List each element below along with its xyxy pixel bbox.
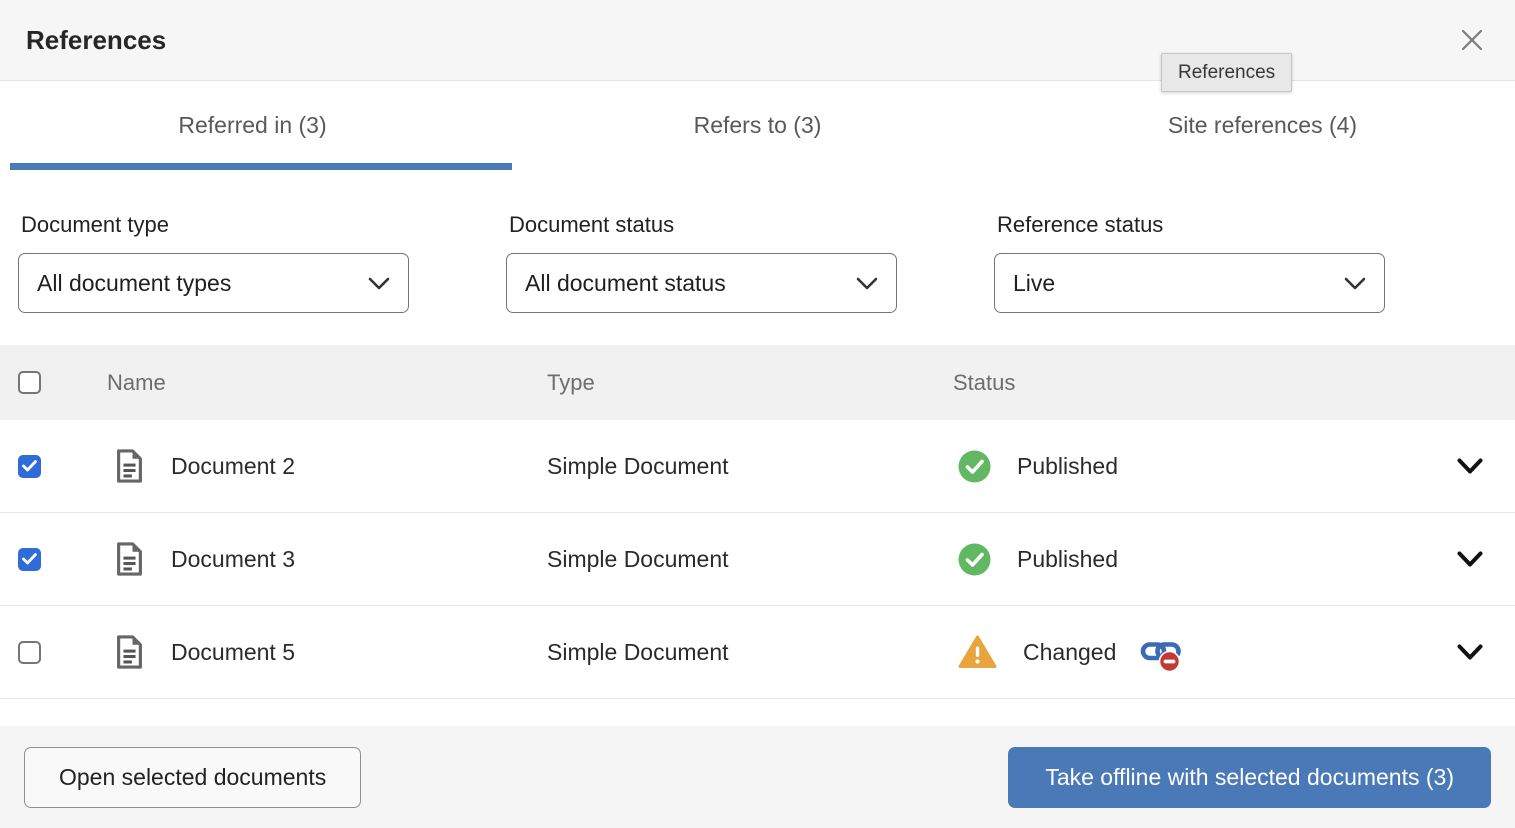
chevron-down-icon xyxy=(1457,463,1483,478)
document-type: Simple Document xyxy=(547,639,729,665)
document-type: Simple Document xyxy=(547,546,729,572)
document-name[interactable]: Document 5 xyxy=(171,639,295,666)
document-type-select[interactable]: All document types xyxy=(18,253,409,313)
row-checkbox[interactable] xyxy=(18,641,41,664)
filter-label: Document status xyxy=(509,212,897,238)
table-row: Document 3 Simple Document Published xyxy=(0,513,1515,606)
row-expand-button[interactable] xyxy=(1457,458,1483,475)
check-circle-icon xyxy=(958,543,991,576)
dialog-title: References xyxy=(26,25,166,56)
row-expand-button[interactable] xyxy=(1457,644,1483,661)
table-body: Document 2 Simple Document Published xyxy=(0,420,1515,699)
references-tooltip: References xyxy=(1161,53,1292,92)
filter-label: Document type xyxy=(21,212,409,238)
document-icon xyxy=(115,542,144,576)
select-value: All document types xyxy=(37,270,231,297)
select-value: All document status xyxy=(525,270,726,297)
reference-status-select[interactable]: Live xyxy=(994,253,1385,313)
close-button[interactable] xyxy=(1455,23,1489,57)
chevron-down-icon xyxy=(856,270,878,297)
close-icon xyxy=(1459,41,1485,56)
tab-refers-to[interactable]: Refers to (3) xyxy=(505,81,1010,170)
tab-label: Referred in (3) xyxy=(178,112,326,139)
document-status-select[interactable]: All document status xyxy=(506,253,897,313)
table-header: Name Type Status xyxy=(0,345,1515,420)
filter-document-type: Document type All document types xyxy=(18,212,409,313)
row-checkbox[interactable] xyxy=(18,455,41,478)
filter-bar: Document type All document types Documen… xyxy=(18,212,1515,313)
filter-label: Reference status xyxy=(997,212,1385,238)
column-header-name: Name xyxy=(107,370,166,396)
open-selected-button[interactable]: Open selected documents xyxy=(24,747,361,808)
status-text: Published xyxy=(1017,546,1118,573)
document-name[interactable]: Document 3 xyxy=(171,546,295,573)
warning-triangle-icon xyxy=(958,635,997,669)
column-header-status: Status xyxy=(953,370,1015,396)
document-icon xyxy=(115,449,144,483)
select-value: Live xyxy=(1013,270,1055,297)
dialog-footer: Open selected documents Take offline wit… xyxy=(0,726,1515,828)
chevron-down-icon xyxy=(1344,270,1366,297)
table-row: Document 2 Simple Document Published xyxy=(0,420,1515,513)
column-header-type: Type xyxy=(547,370,595,395)
filter-reference-status: Reference status Live xyxy=(994,212,1385,313)
chevron-down-icon xyxy=(1457,556,1483,571)
tab-referred-in[interactable]: Referred in (3) xyxy=(0,81,505,170)
tab-label: Site references (4) xyxy=(1168,112,1357,139)
status-text: Published xyxy=(1017,453,1118,480)
tab-label: Refers to (3) xyxy=(694,112,822,139)
chevron-down-icon xyxy=(1457,649,1483,664)
take-offline-button[interactable]: Take offline with selected documents (3) xyxy=(1008,747,1491,808)
tab-bar: Referred in (3) Refers to (3) Site refer… xyxy=(0,81,1515,170)
select-all-checkbox[interactable] xyxy=(18,371,41,394)
table-row: Document 5 Simple Document Changed xyxy=(0,606,1515,699)
row-expand-button[interactable] xyxy=(1457,551,1483,568)
document-icon xyxy=(115,635,144,669)
broken-link-icon xyxy=(1140,632,1181,673)
tooltip-text: References xyxy=(1178,62,1275,84)
row-checkbox[interactable] xyxy=(18,548,41,571)
document-type: Simple Document xyxy=(547,453,729,479)
references-table: Name Type Status Document 2 Sim xyxy=(0,345,1515,699)
references-dialog: References References Referred in (3) Re… xyxy=(0,0,1515,828)
chevron-down-icon xyxy=(368,270,390,297)
document-name[interactable]: Document 2 xyxy=(171,453,295,480)
tab-site-references[interactable]: Site references (4) xyxy=(1010,81,1515,170)
check-circle-icon xyxy=(958,450,991,483)
status-text: Changed xyxy=(1023,639,1116,666)
filter-document-status: Document status All document status xyxy=(506,212,897,313)
